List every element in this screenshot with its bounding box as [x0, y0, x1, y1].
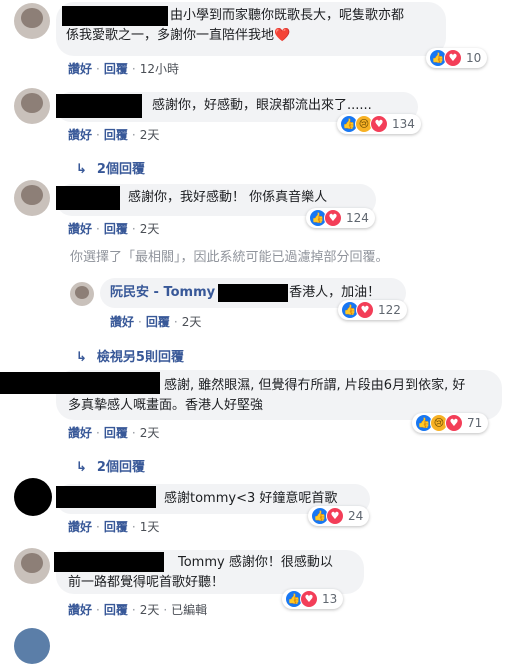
comment-time: 1天 [139, 520, 160, 534]
reply-author-name[interactable]: 阮民安 - Tommy [110, 285, 215, 300]
love-reaction-icon: ♥ [356, 301, 374, 319]
reaction-count: 13 [322, 592, 338, 606]
commenter-avatar[interactable] [14, 88, 50, 124]
like-link[interactable]: 讚好 [110, 315, 134, 329]
reaction-summary[interactable]: 👍 😢 ♥ 134 [337, 114, 421, 134]
like-link[interactable]: 讚好 [68, 62, 92, 76]
redacted-name [218, 284, 288, 302]
like-link[interactable]: 讚好 [68, 128, 92, 142]
comment-text: 感謝你，我好感動！ 你係真音樂人 [128, 190, 328, 205]
view-replies-link[interactable]: ↳ 2個回覆 [76, 158, 145, 177]
view-more-replies-link[interactable]: ↳ 檢視另5則回覆 [76, 346, 184, 365]
comment-time: 12小時 [139, 62, 179, 76]
comment-time: 2天 [139, 222, 160, 236]
reply-link[interactable]: 回覆 [104, 128, 128, 142]
comment-time: 2天 [139, 603, 160, 617]
commenter-avatar[interactable] [14, 548, 50, 584]
reply-actions: 讚好 · 回覆 · 2天 [110, 315, 202, 329]
reply-arrow-icon: ↳ [76, 350, 87, 365]
reply-link[interactable]: 回覆 [104, 62, 128, 76]
comment-text: 感謝你，好感動，眼淚都流出來了...... [152, 98, 372, 113]
comment-text: 感謝tommy<3 好鐘意呢首歌 [164, 491, 338, 506]
commenter-avatar[interactable] [14, 180, 50, 216]
reply-link[interactable]: 回覆 [146, 315, 170, 329]
reaction-count: 10 [466, 51, 482, 65]
commenter-avatar[interactable] [14, 3, 50, 39]
redacted-name [56, 486, 156, 508]
comment-actions: 讚好 · 回覆 · 2天 [68, 222, 160, 236]
reaction-summary[interactable]: 👍 ♥ 10 [426, 48, 488, 68]
reaction-count: 71 [467, 416, 483, 430]
like-link[interactable]: 讚好 [68, 426, 92, 440]
reaction-count: 134 [392, 117, 415, 131]
reaction-summary[interactable]: 👍 😢 ♥ 71 [412, 413, 489, 433]
comment-text: 由小學到而家聽你既歌長大，呢隻歌亦都係我愛歌之一，多謝你一直陪伴我地❤️ [66, 8, 405, 43]
comment-time: 2天 [139, 128, 160, 142]
comment-actions: 讚好 · 回覆 · 2天 [68, 426, 160, 440]
reply-link[interactable]: 回覆 [104, 603, 128, 617]
reaction-count: 122 [378, 303, 401, 317]
reply-time: 2天 [181, 315, 202, 329]
love-reaction-icon: ♥ [326, 507, 344, 525]
redacted-name [56, 186, 120, 210]
comment-actions: 讚好 · 回覆 · 2天 · 已編輯 [68, 603, 208, 617]
reaction-summary[interactable]: 👍 ♥ 24 [308, 506, 370, 526]
commenter-avatar[interactable] [14, 478, 52, 516]
like-link[interactable]: 讚好 [68, 520, 92, 534]
comment-text: 感謝, 雖然眼濕, 但覺得冇所謂, 片段由6月到依家, 好多真摯感人嘅畫面。香港… [68, 378, 466, 413]
love-reaction-icon: ♥ [444, 49, 462, 67]
comment-text: Tommy 感謝你！很感動以前一路都覺得呢首歌好聽！ [68, 555, 333, 590]
reply-link[interactable]: 回覆 [104, 222, 128, 236]
filter-notice: 你選擇了「最相關」，因此系統可能已過濾掉部分回覆。 [70, 250, 389, 265]
like-link[interactable]: 讚好 [68, 222, 92, 236]
reply-arrow-icon: ↳ [76, 162, 87, 177]
commenter-avatar[interactable] [14, 628, 50, 664]
reaction-count: 24 [348, 509, 364, 523]
redacted-name [56, 94, 142, 118]
reaction-summary[interactable]: 👍 ♥ 13 [282, 589, 344, 609]
comment-actions: 讚好 · 回覆 · 12小時 [68, 62, 179, 76]
love-reaction-icon: ♥ [370, 115, 388, 133]
love-reaction-icon: ♥ [324, 209, 342, 227]
love-reaction-icon: ♥ [445, 414, 463, 432]
comment-actions: 讚好 · 回覆 · 2天 [68, 128, 160, 142]
love-reaction-icon: ♥ [300, 590, 318, 608]
comment-time: 2天 [139, 426, 160, 440]
reply-link[interactable]: 回覆 [104, 426, 128, 440]
reaction-summary[interactable]: 👍 ♥ 124 [306, 208, 375, 228]
reaction-count: 124 [346, 211, 369, 225]
heart-emoji: ❤️ [274, 28, 291, 43]
reply-author-avatar[interactable] [70, 282, 94, 306]
like-link[interactable]: 讚好 [68, 603, 92, 617]
comment-actions: 讚好 · 回覆 · 1天 [68, 520, 160, 534]
edited-label: 已編輯 [171, 603, 208, 617]
reaction-summary[interactable]: 👍 ♥ 122 [338, 300, 407, 320]
view-replies-link[interactable]: ↳ 2個回覆 [76, 456, 145, 475]
reply-arrow-icon: ↳ [76, 460, 87, 475]
reply-link[interactable]: 回覆 [104, 520, 128, 534]
